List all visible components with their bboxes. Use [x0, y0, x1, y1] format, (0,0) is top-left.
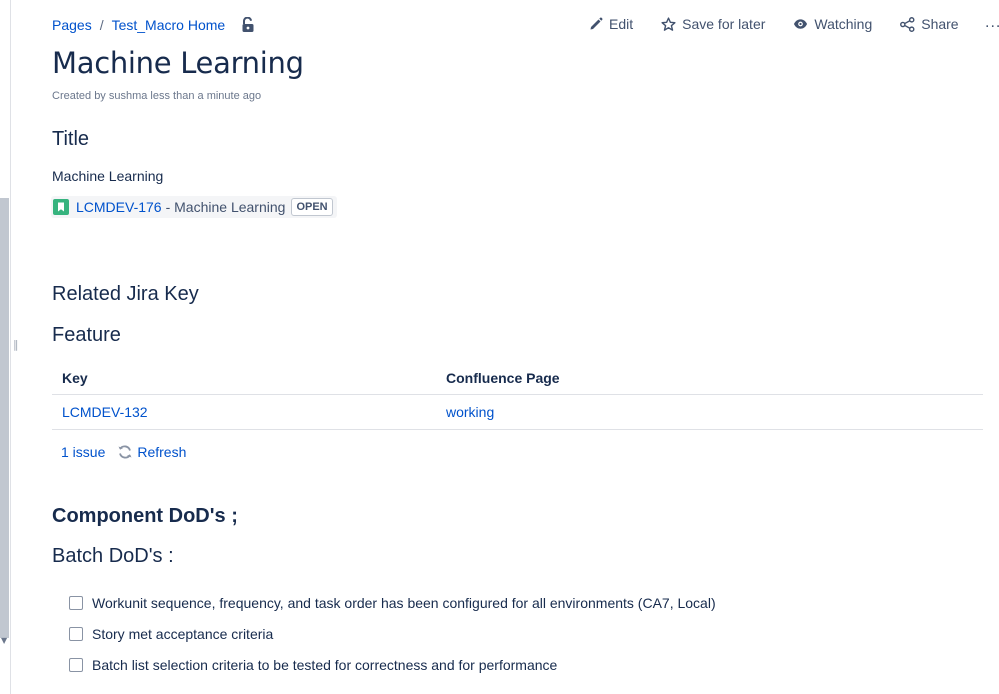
share-icon: [900, 16, 915, 32]
issue-key-link[interactable]: LCMDEV-132: [52, 394, 436, 430]
eye-icon: [794, 19, 808, 29]
unlocked-padlock-icon[interactable]: [241, 16, 255, 33]
task-item: Workunit sequence, frequency, and task o…: [69, 593, 716, 613]
page-title: Machine Learning: [52, 46, 304, 80]
heading-feature: Feature: [52, 324, 121, 346]
task-checkbox[interactable]: [69, 658, 83, 672]
column-header-confluence-page[interactable]: Confluence Page: [436, 362, 983, 395]
breadcrumb: Pages / Test_Macro Home: [52, 16, 255, 33]
confluence-page-link[interactable]: working: [436, 394, 983, 430]
table-header-row: Key Confluence Page: [52, 362, 983, 395]
refresh-label: Refresh: [137, 444, 187, 460]
story-icon: [53, 199, 69, 215]
star-icon: [661, 16, 676, 31]
task-list: Workunit sequence, frequency, and task o…: [69, 593, 716, 686]
jira-issue-summary: - Machine Learning: [165, 199, 286, 215]
heading-component-dods: Component DoD's ;: [52, 505, 238, 527]
scroll-down-arrow-icon[interactable]: ▼: [1, 636, 7, 645]
heading-batch-dods: Batch DoD's :: [52, 545, 174, 567]
scrollbar-thumb[interactable]: [0, 198, 9, 638]
jira-issues-table: Key Confluence Page LCMDEV-132 working: [52, 362, 983, 430]
share-button[interactable]: Share: [900, 16, 959, 32]
sidebar-resize-grip-icon[interactable]: ‖: [13, 338, 19, 351]
heading-related-jira-key: Related Jira Key: [52, 283, 199, 305]
more-actions-icon[interactable]: ...: [985, 14, 999, 32]
table-row: LCMDEV-132 working: [52, 394, 983, 430]
refresh-button[interactable]: Refresh: [117, 444, 186, 460]
task-item: Story met acceptance criteria: [69, 624, 716, 644]
share-label: Share: [921, 16, 959, 32]
watching-button[interactable]: Watching: [793, 16, 872, 32]
jira-issue-key-link[interactable]: LCMDEV-176: [76, 199, 162, 215]
pencil-icon: [590, 17, 603, 30]
watching-label: Watching: [814, 16, 873, 32]
page-byline: Created by sushma less than a minute ago: [52, 90, 262, 102]
edit-button[interactable]: Edit: [589, 16, 633, 32]
task-label: Story met acceptance criteria: [92, 626, 274, 642]
breadcrumb-space-home[interactable]: Test_Macro Home: [112, 17, 226, 33]
breadcrumb-separator: /: [99, 17, 104, 33]
title-text: Machine Learning: [52, 168, 164, 184]
heading-title: Title: [52, 128, 90, 150]
breadcrumb-pages[interactable]: Pages: [52, 17, 92, 33]
task-item: Batch list selection criteria to be test…: [69, 655, 716, 675]
task-label: Batch list selection criteria to be test…: [92, 657, 558, 673]
task-checkbox[interactable]: [69, 627, 83, 641]
save-for-later-label: Save for later: [682, 16, 766, 32]
task-label: Workunit sequence, frequency, and task o…: [92, 595, 716, 611]
refresh-icon: [118, 445, 132, 459]
status-badge: OPEN: [291, 198, 333, 216]
jira-issue-macro[interactable]: LCMDEV-176 - Machine Learning OPEN: [51, 196, 337, 218]
page-actions: Edit Save for later Watching Share: [589, 16, 987, 32]
table-footer: 1 issue Refresh: [61, 444, 186, 460]
column-header-key[interactable]: Key: [52, 362, 436, 395]
task-checkbox[interactable]: [69, 596, 83, 610]
left-scrollbar[interactable]: ▼: [0, 0, 11, 694]
edit-label: Edit: [609, 16, 634, 32]
issue-count-link[interactable]: 1 issue: [61, 444, 105, 460]
save-for-later-button[interactable]: Save for later: [661, 16, 765, 32]
